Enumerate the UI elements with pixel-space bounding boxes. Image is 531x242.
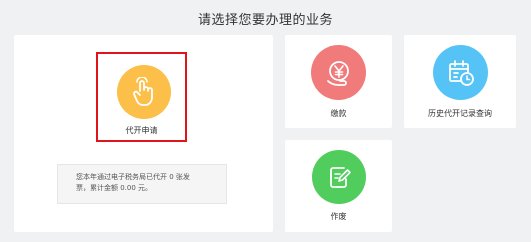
void-label[interactable]: 作废 [285,211,392,222]
edit-document-icon [330,167,351,188]
apply-label[interactable]: 代开申请 [96,125,187,136]
history-button[interactable] [433,45,488,100]
yuan-coin-icon [326,60,349,86]
invoice-summary-notice: 您本年通过电子税务局已代开 0 张发 票，累计金额 0.00 元。 [57,164,227,204]
pay-label[interactable]: 缴款 [285,108,392,119]
calendar-clock-icon [448,59,474,86]
notice-line-1: 您本年通过电子税务局已代开 0 张发 [76,173,190,181]
void-button[interactable] [312,150,366,204]
pay-button[interactable] [311,45,366,100]
notice-line-2: 票，累计金额 0.00 元。 [76,184,153,192]
page-title: 请选择您要办理的业务 [197,13,333,28]
history-label[interactable]: 历史代开记录查询 [404,108,516,119]
